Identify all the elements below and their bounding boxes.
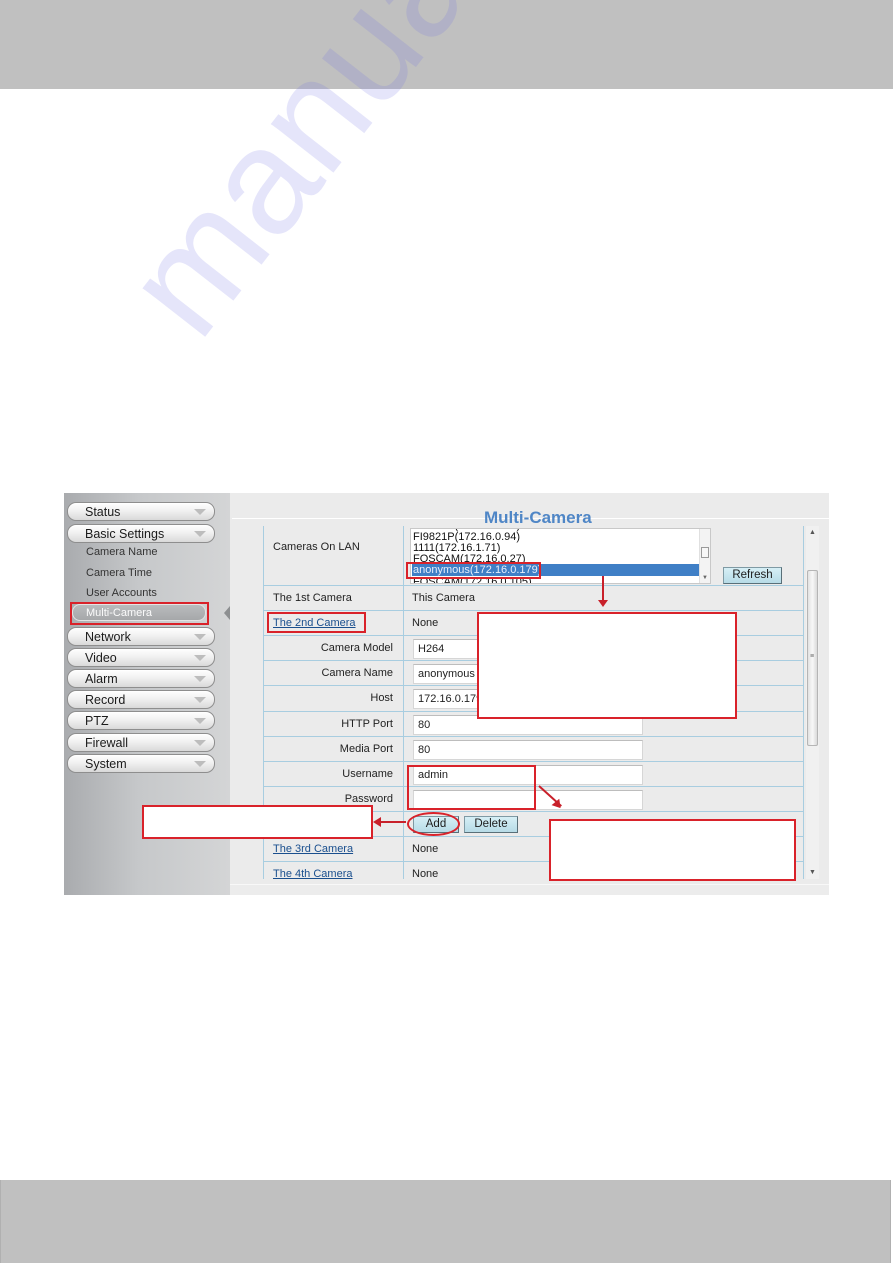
media-port-label: Media Port: [339, 743, 393, 755]
delete-button[interactable]: Delete: [464, 816, 518, 833]
second-camera-value: None: [412, 617, 439, 629]
annotation-callout-3: [549, 819, 796, 881]
chevron-down-icon: [194, 697, 206, 703]
highlight-selected-camera: [406, 562, 541, 579]
chevron-down-icon: [194, 531, 206, 537]
highlight-multi-camera: [70, 602, 209, 625]
sidebar-item-label: System: [85, 757, 127, 771]
table-border-right: [803, 526, 804, 879]
host-label: Host: [370, 692, 393, 704]
sidebar-item-network[interactable]: Network: [67, 627, 215, 646]
sidebar-item-basic-settings[interactable]: Basic Settings: [67, 524, 215, 543]
sidebar-item-label: Basic Settings: [85, 527, 165, 541]
sidebar-item-ptz[interactable]: PTZ: [67, 711, 215, 730]
listbox-scrollbar[interactable]: ▼: [699, 529, 710, 583]
scroll-down-arrow-icon[interactable]: ▼: [702, 575, 708, 581]
chevron-down-icon: [194, 740, 206, 746]
sidebar-item-alarm[interactable]: Alarm: [67, 669, 215, 688]
highlight-credentials: [407, 765, 536, 810]
annotation-callout-2: [142, 805, 373, 839]
sidebar-item-firewall[interactable]: Firewall: [67, 733, 215, 752]
page-footer-band: [0, 1180, 891, 1263]
camera-model-label: Camera Model: [320, 642, 393, 654]
scroll-down-arrow-icon[interactable]: ▼: [809, 869, 816, 876]
arrowhead-icon: [373, 817, 381, 827]
arrowhead-icon: [598, 600, 608, 607]
sidebar-item-label: Network: [85, 630, 131, 644]
third-camera-link[interactable]: The 3rd Camera: [273, 843, 353, 855]
page-title: Multi-Camera: [484, 508, 592, 527]
row-divider: [263, 761, 803, 762]
sidebar-item-label: PTZ: [85, 714, 109, 728]
scrollbar-grip-icon: ≡: [810, 653, 815, 660]
scrollbar-thumb[interactable]: ≡: [807, 570, 818, 746]
chevron-down-icon: [194, 634, 206, 640]
http-port-label: HTTP Port: [341, 718, 393, 730]
cameras-on-lan-label: Cameras On LAN: [273, 541, 360, 553]
fourth-camera-value: None: [412, 868, 439, 880]
chevron-down-icon: [194, 718, 206, 724]
third-camera-value: None: [412, 843, 439, 855]
submenu-user-accounts[interactable]: User Accounts: [86, 587, 157, 599]
chevron-down-icon: [194, 761, 206, 767]
chevron-down-icon: [194, 509, 206, 515]
sidebar-item-label: Alarm: [85, 672, 118, 686]
sidebar-item-label: Record: [85, 693, 126, 707]
sidebar-item-system[interactable]: System: [67, 754, 215, 773]
submenu-camera-name[interactable]: Camera Name: [86, 546, 158, 558]
scroll-up-arrow-icon[interactable]: ▲: [809, 529, 816, 536]
chevron-down-icon: [194, 676, 206, 682]
row-divider: [263, 585, 803, 586]
username-label: Username: [342, 768, 393, 780]
first-camera-value: This Camera: [412, 592, 475, 604]
row-divider: [263, 610, 803, 611]
row-divider: [263, 736, 803, 737]
sidebar-item-label: Status: [85, 505, 121, 519]
refresh-button[interactable]: Refresh: [723, 567, 782, 584]
annotation-arrow: [380, 821, 406, 823]
highlight-add-button: [407, 812, 460, 836]
chevron-down-icon: [194, 655, 206, 661]
content-scrollbar[interactable]: ▲ ≡ ▼: [806, 526, 819, 879]
fourth-camera-link[interactable]: The 4th Camera: [273, 868, 352, 880]
sidebar-item-label: Video: [85, 651, 117, 665]
first-camera-label: The 1st Camera: [273, 592, 352, 604]
page-header-band: [0, 0, 893, 89]
media-port-field[interactable]: 80: [413, 740, 643, 760]
table-column-divider: [403, 526, 404, 879]
submenu-camera-time[interactable]: Camera Time: [86, 567, 152, 579]
password-label: Password: [344, 793, 393, 805]
scrollbar-grip-icon[interactable]: [701, 547, 709, 558]
sidebar-item-status[interactable]: Status: [67, 502, 215, 521]
status-bar: [230, 884, 829, 895]
annotation-callout-1: [477, 612, 737, 719]
highlight-second-camera: [267, 612, 366, 633]
camera-web-ui-screenshot: Status Basic Settings Camera Name Camera…: [64, 493, 829, 895]
sidebar-item-video[interactable]: Video: [67, 648, 215, 667]
sidebar-item-label: Firewall: [85, 736, 129, 750]
sidebar-item-record[interactable]: Record: [67, 690, 215, 709]
camera-name-label: Camera Name: [321, 667, 393, 679]
